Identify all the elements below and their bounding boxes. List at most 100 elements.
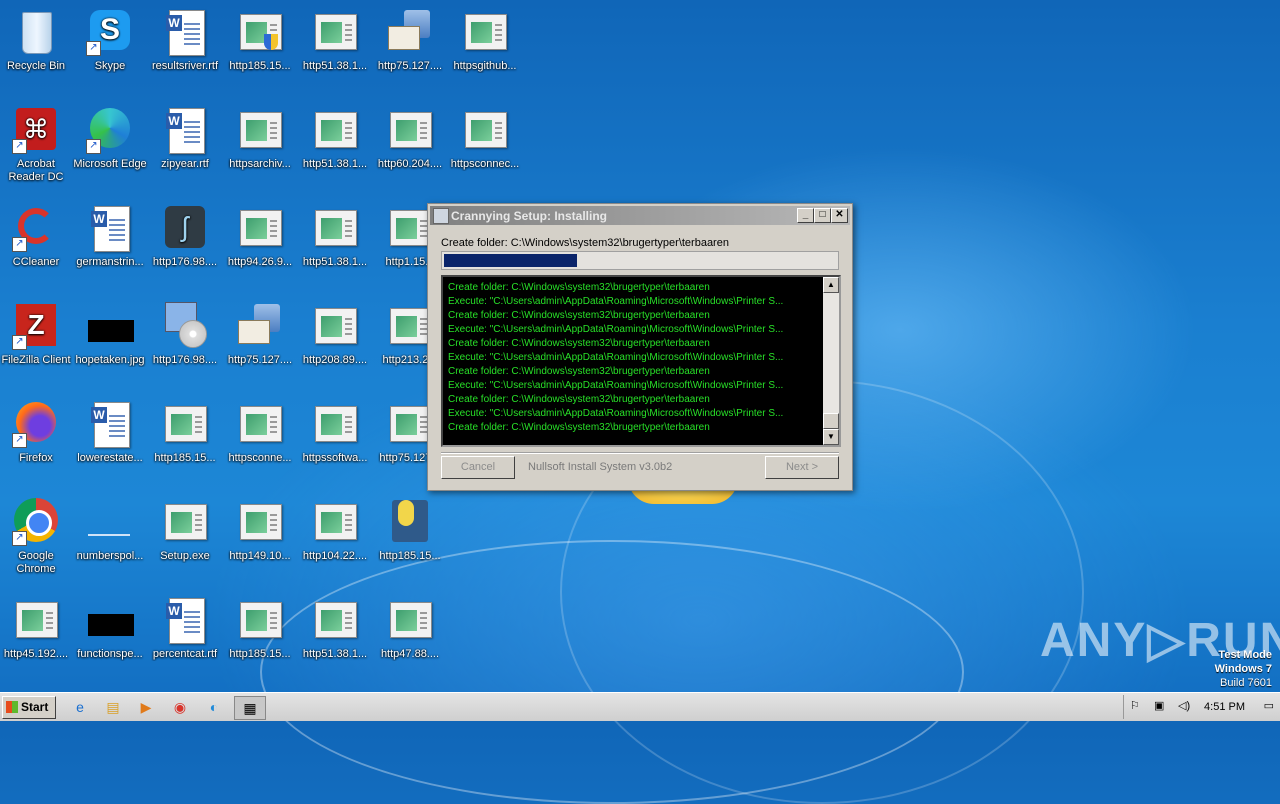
progress-fill [444,254,578,267]
start-button[interactable]: Start [2,696,56,719]
desktop-icon[interactable]: Recycle Bin [0,8,74,73]
installer-window[interactable]: Crannying Setup: Installing _ □ ✕ Create… [427,203,853,491]
desktop-icon[interactable]: http45.192.... [0,596,74,661]
desktop-icon-label: http149.10... [229,550,291,562]
desktop-icon-label: http176.98.... [152,256,218,268]
desktop-icon-label: http185.15... [229,648,291,660]
desktop-icon[interactable]: http185.15... [222,8,298,73]
desktop-icon[interactable]: http75.127.... [222,302,298,367]
desktop-icon[interactable]: http185.15... [222,596,298,661]
edge-icon[interactable]: ◐ [202,696,226,718]
desktop-icon-label: httpsarchiv... [229,158,291,170]
start-label: Start [21,700,49,714]
desktop-icon[interactable]: ʃ http176.98.... [147,204,223,269]
desktop-icon[interactable]: http185.15... [147,400,223,465]
desktop-icon-label: functionspe... [77,648,143,660]
desktop-icon-label: http208.89.... [302,354,368,366]
scroll-up-button[interactable]: ▲ [823,277,839,293]
desktop-icon[interactable]: http51.38.1... [297,8,373,73]
desktop-icon-label: hopetaken.jpg [75,354,145,366]
desktop-icon-label: http176.98.... [152,354,218,366]
desktop-icon-label: http51.38.1... [302,158,368,170]
desktop-icon[interactable]: S ↗ Skype [72,8,148,73]
desktop-icon[interactable]: http104.22.... [297,498,373,563]
next-button[interactable]: Next > [765,456,839,479]
network-icon[interactable]: ▣ [1154,699,1164,712]
chrome-icon[interactable]: ◉ [168,696,192,718]
desktop-icon[interactable]: http149.10... [222,498,298,563]
log-scrollbar[interactable]: ▲ ▼ [823,277,839,445]
desktop-icon[interactable]: httpsarchiv... [222,106,298,171]
desktop-icon[interactable]: ↗ Google Chrome [0,498,74,576]
web-icon [311,498,359,546]
desktop-icon-label: http75.127.... [227,354,293,366]
recycle-icon [12,8,60,56]
desktop-icon[interactable]: http185.15... [372,498,448,563]
desktop-icon[interactable]: httpsconne... [222,400,298,465]
desktop-icon-label: httpsgithub... [453,60,517,72]
ie-icon[interactable]: e [68,696,92,718]
desktop-icon[interactable]: Setup.exe [147,498,223,563]
desktop-icon-label: httpsconnec... [450,158,520,170]
desktop-icon[interactable]: httpssoftwa... [297,400,373,465]
desktop-icon-label: http60.204.... [377,158,443,170]
desktop-icon[interactable]: functionspe... [72,596,148,661]
flag-icon[interactable]: ⚐ [1130,699,1140,712]
desktop-icon[interactable]: Wresultsriver.rtf [147,8,223,73]
desktop-icon[interactable]: http51.38.1... [297,204,373,269]
log-lines: Create folder: C:\Windows\system32\bruge… [448,281,819,435]
web-icon [236,204,284,252]
desktop-icon[interactable]: hopetaken.jpg [72,302,148,367]
desktop-icon-label: http47.88.... [380,648,440,660]
desktop-icon[interactable]: Z ↗ FileZilla Client [0,302,74,367]
minimize-button[interactable]: _ [797,208,814,223]
desktop-icon[interactable]: http51.38.1... [297,596,373,661]
desktop-icon[interactable]: http51.38.1... [297,106,373,171]
desktop-icon[interactable]: http75.127.... [372,8,448,73]
desktop-icon-label: http75.127.... [377,60,443,72]
desktop-icon[interactable]: http60.204.... [372,106,448,171]
installer-icon [433,208,449,224]
media-player-icon[interactable]: ▶ [134,696,158,718]
desktop-icon[interactable]: http47.88.... [372,596,448,661]
desktop-icon[interactable]: Wgermanstrin... [72,204,148,269]
edge-icon: ↗ [86,106,134,154]
explorer-icon[interactable]: ▤ [101,696,125,718]
desktop-icon[interactable]: ⌘ ↗ Acrobat Reader DC [0,106,74,184]
close-button[interactable]: ✕ [831,208,848,223]
log-line: Create folder: C:\Windows\system32\bruge… [448,282,710,293]
clock[interactable]: 4:51 PM [1204,701,1245,713]
black-icon [86,302,134,350]
desktop-icon[interactable]: Wpercentcat.rtf [147,596,223,661]
desktop-icon[interactable]: Wlowerestate... [72,400,148,465]
web-icon [161,400,209,448]
desktop-icon-label: CCleaner [12,256,60,268]
firefox-icon: ↗ [12,400,60,448]
desktop-icon[interactable]: httpsconnec... [447,106,523,171]
log-line: Create folder: C:\Windows\system32\bruge… [448,338,710,349]
watermark-line1: Test Mode [1218,649,1272,661]
log-line: Create folder: C:\Windows\system32\bruge… [448,422,710,433]
desktop-icon[interactable]: http208.89.... [297,302,373,367]
volume-icon[interactable]: ◁) [1178,699,1190,712]
windows-logo-icon [6,701,18,713]
desktop-icon[interactable]: Wzipyear.rtf [147,106,223,171]
show-desktop-icon[interactable]: ▭ [1264,699,1274,712]
installer-task-icon[interactable]: ▦ [234,696,266,720]
maximize-button[interactable]: □ [814,208,831,223]
status-text: Create folder: C:\Windows\system32\bruge… [441,237,729,249]
scroll-down-button[interactable]: ▼ [823,429,839,445]
desktop-icon[interactable]: httpsgithub... [447,8,523,73]
desktop-icon[interactable]: ↗ Microsoft Edge [72,106,148,171]
desktop-icon[interactable]: http94.26.9... [222,204,298,269]
desktop-icon[interactable]: http176.98.... [147,302,223,367]
desktop-icon[interactable]: numberspol... [72,498,148,563]
cancel-button[interactable]: Cancel [441,456,515,479]
scroll-thumb[interactable] [823,413,839,429]
desktop-icon-label: lowerestate... [77,452,143,464]
desktop-icon[interactable]: ↗ CCleaner [0,204,74,269]
title-bar[interactable]: Crannying Setup: Installing _ □ ✕ [430,206,850,225]
log-line: Execute: "C:\Users\admin\AppData\Roaming… [448,408,784,419]
details-log[interactable]: Create folder: C:\Windows\system32\bruge… [441,275,841,447]
desktop-icon[interactable]: ↗ Firefox [0,400,74,465]
